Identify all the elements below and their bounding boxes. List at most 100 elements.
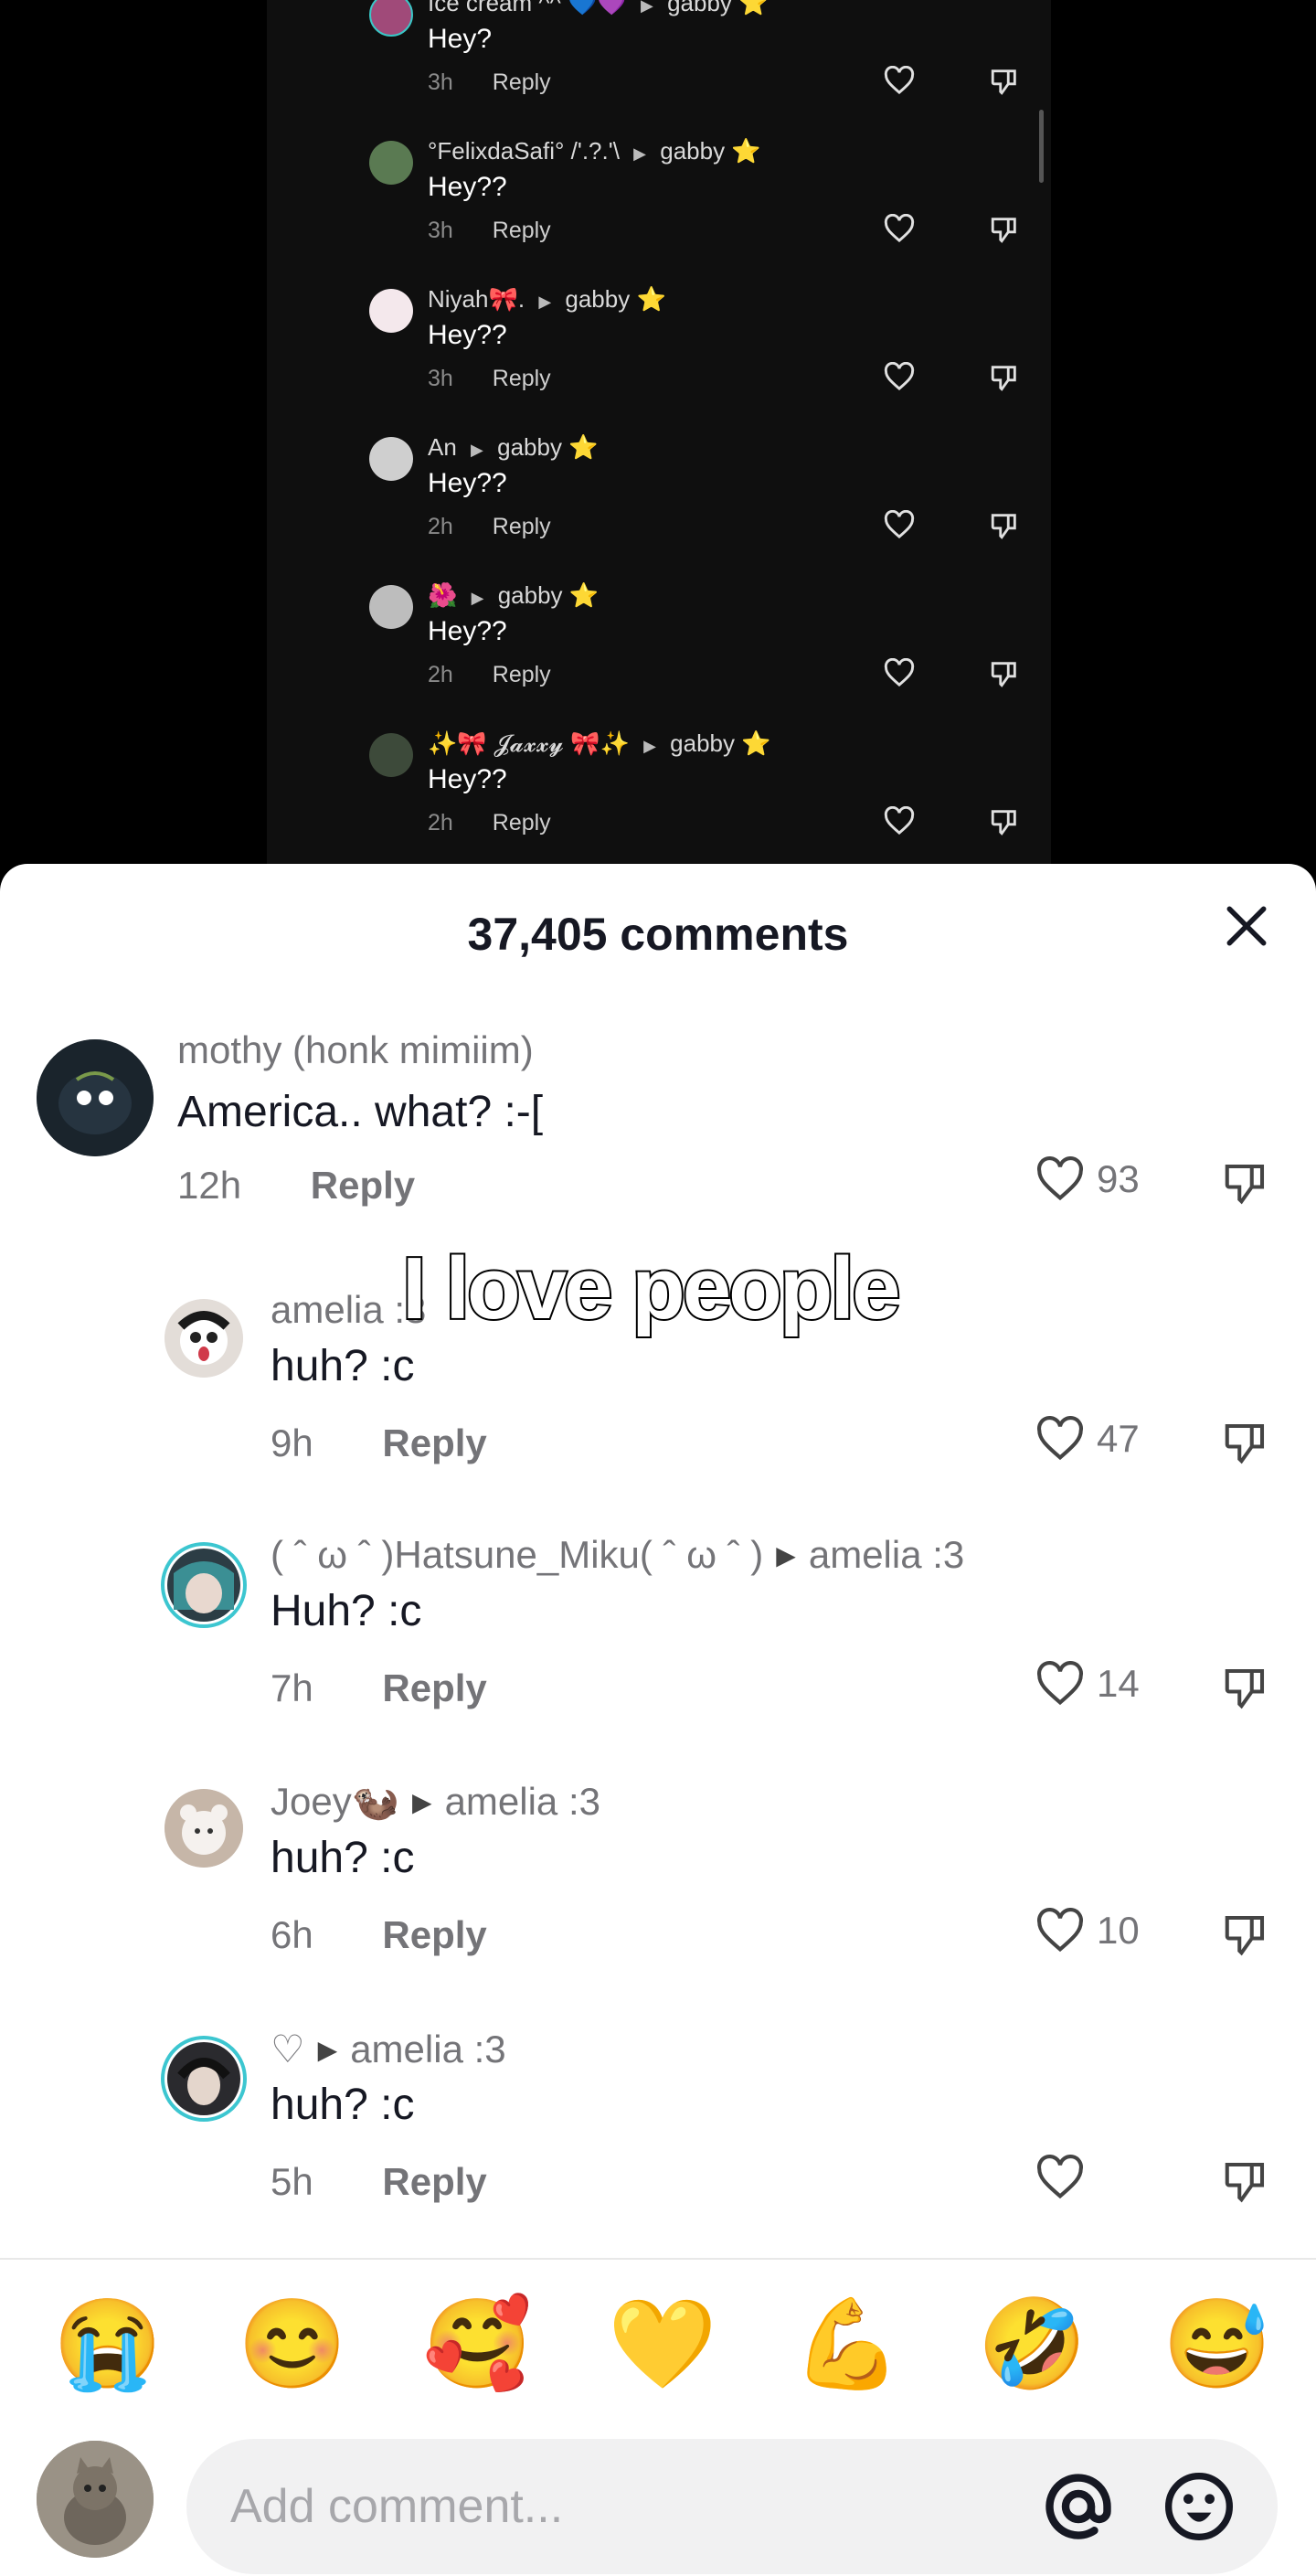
dislike-icon bbox=[991, 810, 1016, 836]
crying-emoji-icon[interactable]: 😭 bbox=[53, 2294, 163, 2395]
mention-at-icon[interactable] bbox=[1040, 2468, 1117, 2545]
comment-count-title: 37,405 comments bbox=[467, 909, 849, 960]
comment-time: 2h bbox=[428, 810, 453, 836]
comment-time: 2h bbox=[428, 662, 453, 687]
heart-icon bbox=[1037, 2155, 1083, 2199]
comment-input-row: Add comment... bbox=[0, 2432, 1316, 2576]
muscle-emoji-icon[interactable]: 💪 bbox=[792, 2294, 902, 2395]
avatar[interactable] bbox=[161, 1542, 247, 1628]
avatar-face-icon bbox=[164, 1789, 243, 1868]
smiling-emoji-icon[interactable]: 😊 bbox=[238, 2294, 347, 2395]
comment-author: An bbox=[428, 433, 457, 461]
yellow-heart-emoji-icon[interactable]: 💛 bbox=[608, 2294, 717, 2395]
heart-icon bbox=[1037, 1156, 1083, 1201]
comment-text: Hey?? bbox=[428, 320, 507, 350]
comment-author-row: ( ˆ ω ˆ )Hatsune_Miku( ˆ ω ˆ ) ▶ amelia :3 bbox=[271, 1533, 964, 1577]
comment-author: ✨🎀 𝓙𝓪𝔁𝔁𝔂 🎀✨ bbox=[428, 729, 630, 757]
sweat-smile-emoji-icon[interactable]: 😅 bbox=[1162, 2294, 1272, 2395]
dislike-icon[interactable] bbox=[1221, 1910, 1270, 1959]
comment-meta: 3h Reply bbox=[428, 69, 551, 96]
comment-input[interactable]: Add comment... bbox=[186, 2439, 1278, 2574]
like-button[interactable] bbox=[1035, 2155, 1097, 2200]
dislike-icon[interactable] bbox=[1221, 1663, 1270, 1712]
avatar-face-icon bbox=[164, 1299, 243, 1378]
comment-author[interactable]: mothy (honk mimiim) bbox=[177, 1028, 534, 1072]
reply-arrow-icon: ▶ bbox=[641, 0, 653, 15]
comment-text: Hey?? bbox=[428, 172, 507, 202]
comment-meta: 2h Reply bbox=[428, 514, 551, 540]
comment-input-placeholder: Add comment... bbox=[230, 2480, 564, 2533]
like-button[interactable]: 14 bbox=[1035, 1661, 1140, 1707]
dislike-icon[interactable] bbox=[1221, 2156, 1270, 2206]
dislike-icon[interactable] bbox=[1221, 1158, 1270, 1208]
reply-to-name[interactable]: amelia :3 bbox=[445, 1780, 600, 1823]
comment-meta: 5h Reply bbox=[271, 2160, 487, 2204]
comment-author[interactable]: ( ˆ ω ˆ )Hatsune_Miku( ˆ ω ˆ ) bbox=[271, 1533, 763, 1576]
reply-arrow-icon: ▶ bbox=[776, 1541, 796, 1570]
comment-time: 3h bbox=[428, 69, 453, 95]
heart-icon bbox=[884, 806, 915, 836]
like-button[interactable]: 93 bbox=[1035, 1156, 1140, 1202]
comment-text: huh? :c bbox=[271, 1342, 415, 1390]
like-button[interactable]: 10 bbox=[1035, 1908, 1140, 1953]
video-comment-header: °FelixdaSafi° /'.?.'\ ▶ gabby ⭐ bbox=[428, 137, 761, 165]
rofl-emoji-icon[interactable]: 🤣 bbox=[978, 2294, 1088, 2395]
video-comment-item: Ice cream ^^ 💙💜 ▶ gabby ⭐ Hey? 3h Reply bbox=[267, 0, 1051, 135]
reply-to-name[interactable]: amelia :3 bbox=[350, 2028, 505, 2070]
avatar[interactable] bbox=[161, 2036, 247, 2122]
video-comment-header: 🌺 ▶ gabby ⭐ bbox=[428, 581, 599, 610]
heart-icon bbox=[884, 66, 915, 95]
like-count: 14 bbox=[1097, 1662, 1140, 1705]
comment-author[interactable]: ♡ bbox=[271, 2028, 305, 2070]
comment-meta: 2h Reply bbox=[428, 810, 551, 836]
comment-text: huh? :c bbox=[271, 2081, 415, 2129]
reply-to-name: gabby bbox=[660, 137, 726, 165]
reply-button[interactable]: Reply bbox=[382, 1913, 486, 1956]
star-badge: ⭐ bbox=[731, 137, 761, 165]
video-comment-header: Niyah🎀. ▶ gabby ⭐ bbox=[428, 285, 666, 314]
avatar bbox=[369, 585, 413, 629]
comment-author: Ice cream ^^ bbox=[428, 0, 561, 16]
reply-arrow-icon: ▶ bbox=[643, 737, 656, 755]
comment-time: 6h bbox=[271, 1913, 313, 1956]
close-icon[interactable] bbox=[1221, 900, 1272, 952]
dislike-icon[interactable] bbox=[1221, 1418, 1270, 1467]
video-player[interactable]: Ice cream ^^ 💙💜 ▶ gabby ⭐ Hey? 3h Reply bbox=[0, 0, 1316, 878]
reply-button[interactable]: Reply bbox=[382, 1666, 486, 1709]
video-comment-item: 🌺 ▶ gabby ⭐ Hey?? 2h Reply bbox=[267, 580, 1051, 728]
avatar bbox=[369, 437, 413, 481]
heart-icon bbox=[1037, 1661, 1083, 1706]
divider bbox=[0, 2258, 1316, 2260]
emoji-picker-icon[interactable] bbox=[1162, 2470, 1236, 2543]
reply-button[interactable]: Reply bbox=[311, 1164, 415, 1207]
video-comment-header: ✨🎀 𝓙𝓪𝔁𝔁𝔂 🎀✨ ▶ gabby ⭐ bbox=[428, 729, 771, 759]
like-button[interactable]: 47 bbox=[1035, 1416, 1140, 1462]
reply-to-name[interactable]: amelia :3 bbox=[809, 1533, 964, 1576]
comment-time: 7h bbox=[271, 1666, 313, 1709]
video-comment-item: An ▶ gabby ⭐ Hey?? 2h Reply bbox=[267, 431, 1051, 580]
avatar[interactable] bbox=[164, 1299, 243, 1378]
comment-author[interactable]: Joey🦦 bbox=[271, 1780, 399, 1823]
avatar[interactable] bbox=[37, 1039, 154, 1156]
comment-text: Hey?? bbox=[428, 616, 507, 646]
avatar[interactable] bbox=[164, 1789, 243, 1868]
reply-arrow-icon: ▶ bbox=[538, 293, 552, 311]
comment-text: Hey? bbox=[428, 24, 493, 54]
comment-text: Huh? :c bbox=[271, 1587, 422, 1635]
reply-arrow-icon: ▶ bbox=[412, 1788, 432, 1816]
reply-arrow-icon: ▶ bbox=[471, 589, 484, 607]
hearts-face-emoji-icon[interactable]: 🥰 bbox=[423, 2294, 533, 2395]
comment-time: 5h bbox=[271, 2160, 313, 2203]
star-badge: ⭐ bbox=[738, 0, 769, 16]
reply-button: Reply bbox=[492, 69, 551, 95]
reply-button[interactable]: Reply bbox=[382, 1421, 486, 1464]
comment-author: Niyah🎀. bbox=[428, 285, 525, 313]
comment-time: 9h bbox=[271, 1421, 313, 1464]
reply-button[interactable]: Reply bbox=[382, 2160, 486, 2203]
comment-text: Hey?? bbox=[428, 764, 507, 794]
comment-meta: 7h Reply bbox=[271, 1666, 487, 1710]
cat-avatar-icon bbox=[37, 2441, 154, 2558]
my-avatar[interactable] bbox=[37, 2441, 154, 2558]
emoji-quick-bar: 😭 😊 🥰 💛 💪 🤣 😅 bbox=[0, 2294, 1316, 2404]
comment-meta: 12h Reply bbox=[177, 1164, 415, 1208]
